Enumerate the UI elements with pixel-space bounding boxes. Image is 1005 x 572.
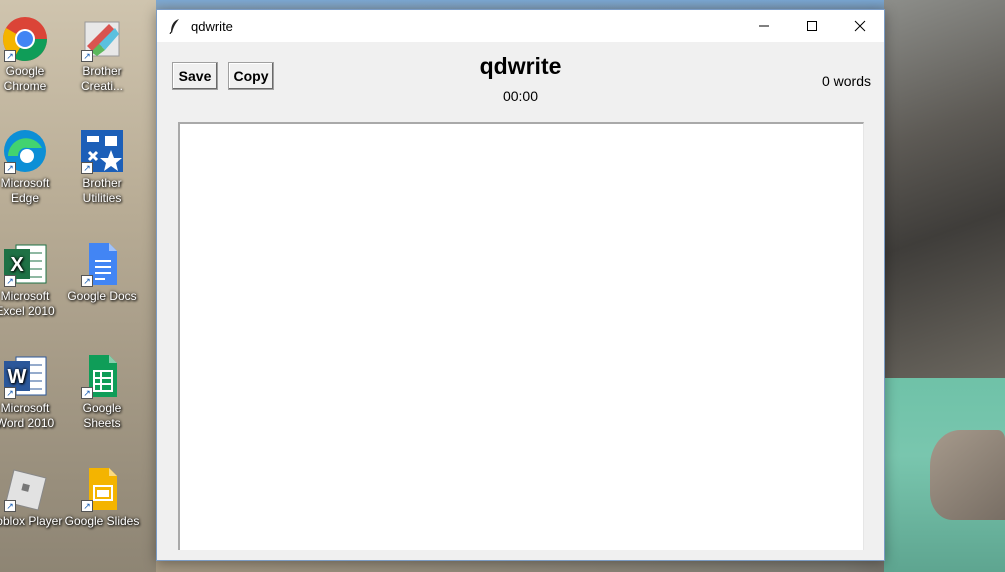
desktop-icon-label: Roblox Player — [0, 514, 63, 528]
brother-utilities-icon: ↗ — [79, 128, 125, 174]
desktop-icon-google-sheets[interactable]: ↗ Google Sheets — [64, 353, 140, 431]
app-toolbar: Save Copy qdwrite 00:00 0 words — [157, 42, 884, 122]
desktop-icon-label: Google Chrome — [3, 64, 47, 93]
shortcut-arrow-icon: ↗ — [81, 387, 93, 399]
google-slides-icon: ↗ — [79, 466, 125, 512]
desktop-icon-roblox[interactable]: ↗ Roblox Player — [0, 466, 63, 529]
desktop-icon-label: Google Docs — [67, 289, 137, 303]
close-button[interactable] — [836, 10, 884, 42]
shortcut-arrow-icon: ↗ — [4, 50, 16, 62]
desktop-icon-brother-utilities[interactable]: ↗ Brother Utilities — [64, 128, 140, 206]
desktop-icon-label: Microsoft Edge — [0, 176, 50, 205]
desktop-icon-label: Brother Utilities — [82, 176, 122, 205]
desktop-icon-label: Google Sheets — [82, 401, 122, 430]
qdwrite-window: qdwrite Save Copy qdwrite 00:00 0 words — [156, 9, 885, 561]
minimize-icon — [759, 25, 769, 27]
svg-text:X: X — [10, 254, 24, 276]
word-count: 0 words — [821, 73, 871, 89]
desktop-icon-chrome[interactable]: ↗ Google Chrome — [0, 16, 63, 94]
edge-icon: ↗ — [2, 128, 48, 174]
shortcut-arrow-icon: ↗ — [81, 162, 93, 174]
desktop-icon-brother-creative[interactable]: ↗ Brother Creati... — [64, 16, 140, 94]
desktop-icon-label: Microsoft Excel 2010 — [0, 289, 55, 318]
svg-text:W: W — [8, 366, 27, 388]
word-icon: W ↗ — [2, 353, 48, 399]
excel-icon: X ↗ — [2, 241, 48, 287]
desktop-icon-label: Brother Creati... — [80, 64, 123, 93]
roblox-icon: ↗ — [2, 466, 48, 512]
maximize-icon — [807, 21, 817, 31]
chrome-icon: ↗ — [2, 16, 48, 62]
shortcut-arrow-icon: ↗ — [81, 50, 93, 62]
window-title: qdwrite — [191, 18, 233, 34]
window-titlebar[interactable]: qdwrite — [157, 10, 884, 42]
app-heading: qdwrite — [479, 53, 562, 79]
shortcut-arrow-icon: ↗ — [81, 275, 93, 287]
shortcut-arrow-icon: ↗ — [4, 275, 16, 287]
desktop-icon-label: Google Slides — [64, 514, 140, 528]
window-controls — [740, 10, 884, 42]
brother-creative-icon: ↗ — [79, 16, 125, 62]
maximize-button[interactable] — [788, 10, 836, 42]
desktop-icon-word[interactable]: W ↗ Microsoft Word 2010 — [0, 353, 63, 431]
shortcut-arrow-icon: ↗ — [81, 500, 93, 512]
google-docs-icon: ↗ — [79, 241, 125, 287]
close-icon — [854, 20, 866, 32]
desktop-icon-edge[interactable]: ↗ Microsoft Edge — [0, 128, 63, 206]
text-editor[interactable] — [178, 122, 864, 550]
google-sheets-icon: ↗ — [79, 353, 125, 399]
wallpaper-cliff — [884, 0, 1005, 380]
desktop-icon-excel[interactable]: X ↗ Microsoft Excel 2010 — [0, 241, 63, 319]
desktop-icon-google-docs[interactable]: ↗ Google Docs — [64, 241, 140, 304]
desktop-icon-label: Microsoft Word 2010 — [0, 401, 55, 430]
shortcut-arrow-icon: ↗ — [4, 500, 16, 512]
timer-display: 00:00 — [502, 88, 539, 104]
shortcut-arrow-icon: ↗ — [4, 162, 16, 174]
desktop-icon-google-slides[interactable]: ↗ Google Slides — [64, 466, 140, 529]
feather-icon — [167, 18, 183, 34]
minimize-button[interactable] — [740, 10, 788, 42]
shortcut-arrow-icon: ↗ — [4, 387, 16, 399]
wallpaper-rock — [930, 430, 1005, 520]
